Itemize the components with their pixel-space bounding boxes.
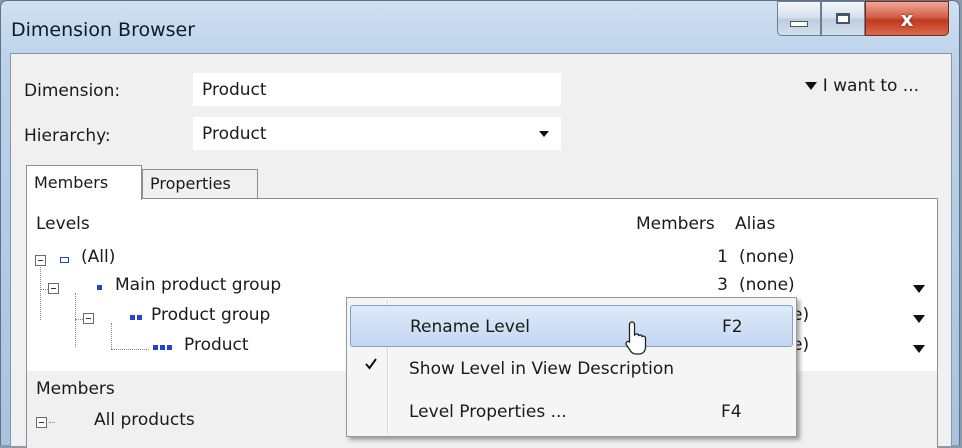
menu-item-label: Rename Level bbox=[410, 317, 530, 337]
hierarchy-value: Product bbox=[202, 124, 267, 144]
level-name: Main product group bbox=[115, 275, 282, 295]
tree-connector bbox=[75, 293, 76, 347]
menu-item-label: Level Properties ... bbox=[409, 402, 567, 422]
i-want-to-menu[interactable]: I want to ... bbox=[804, 76, 919, 96]
member-item[interactable]: All products bbox=[94, 410, 195, 430]
level-members-count: 3 bbox=[717, 275, 728, 295]
dimension-value: Product bbox=[202, 80, 267, 100]
level-members-count: 1 bbox=[717, 247, 728, 267]
chevron-down-icon bbox=[804, 82, 817, 90]
chevron-down-icon[interactable] bbox=[913, 285, 925, 293]
checkmark-icon bbox=[365, 358, 377, 370]
tab-properties-label: Properties bbox=[150, 174, 231, 193]
chevron-down-icon[interactable] bbox=[913, 345, 925, 353]
levels-column-header: Levels bbox=[36, 214, 90, 234]
maximize-button[interactable] bbox=[821, 1, 865, 36]
menu-item-rename-level[interactable]: Rename Level F2 bbox=[350, 305, 793, 347]
minimize-button[interactable] bbox=[777, 1, 821, 36]
level-name: (All) bbox=[81, 247, 116, 267]
members-column-header: Members bbox=[636, 214, 715, 234]
window-title: Dimension Browser bbox=[11, 19, 196, 41]
level-1-icon bbox=[97, 285, 102, 290]
chevron-down-icon[interactable] bbox=[539, 131, 549, 137]
collapse-icon[interactable] bbox=[35, 255, 46, 266]
i-want-to-label: I want to ... bbox=[822, 76, 919, 96]
tree-connector bbox=[111, 349, 149, 350]
members-section-header: Members bbox=[36, 379, 115, 399]
title-bar[interactable]: Dimension Browser x bbox=[1, 1, 959, 53]
level-all-icon bbox=[60, 257, 69, 263]
level-name: Product group bbox=[151, 305, 271, 325]
dimension-label: Dimension: bbox=[24, 81, 121, 101]
chevron-down-icon[interactable] bbox=[913, 315, 925, 323]
alias-column-header: Alias bbox=[735, 214, 776, 234]
minimize-icon bbox=[790, 20, 808, 27]
collapse-icon[interactable] bbox=[83, 313, 94, 324]
tree-connector bbox=[75, 319, 83, 320]
level-2-icon bbox=[130, 315, 142, 320]
menu-item-show-level-in-view-description[interactable]: Show Level in View Description bbox=[350, 348, 793, 390]
tree-connector bbox=[40, 263, 41, 320]
collapse-icon[interactable] bbox=[36, 417, 47, 428]
level-context-menu: Rename Level F2 Show Level in View Descr… bbox=[346, 297, 797, 437]
maximize-icon bbox=[836, 13, 850, 24]
hierarchy-select[interactable]: Product bbox=[193, 117, 561, 150]
mouse-pointer-icon bbox=[625, 321, 647, 355]
close-button[interactable]: x bbox=[865, 1, 949, 36]
close-icon: x bbox=[900, 6, 914, 31]
menu-item-shortcut: F4 bbox=[721, 402, 742, 422]
tab-members[interactable]: Members bbox=[26, 165, 142, 200]
level-alias: (none) bbox=[739, 247, 795, 267]
dimension-field[interactable]: Product bbox=[193, 73, 561, 106]
menu-item-shortcut: F2 bbox=[722, 317, 743, 337]
tree-connector bbox=[49, 422, 55, 423]
level-name: Product bbox=[184, 335, 249, 355]
window-controls: x bbox=[777, 1, 949, 37]
tree-connector bbox=[40, 289, 48, 290]
tab-members-label: Members bbox=[34, 173, 109, 192]
hierarchy-label: Hierarchy: bbox=[24, 126, 111, 146]
tree-connector bbox=[111, 323, 112, 349]
tab-properties[interactable]: Properties bbox=[142, 169, 258, 199]
level-3-icon bbox=[153, 345, 172, 350]
menu-item-level-properties[interactable]: Level Properties ... F4 bbox=[350, 391, 793, 433]
collapse-icon[interactable] bbox=[48, 283, 59, 294]
menu-item-label: Show Level in View Description bbox=[409, 359, 675, 379]
level-alias: (none) bbox=[739, 275, 795, 295]
